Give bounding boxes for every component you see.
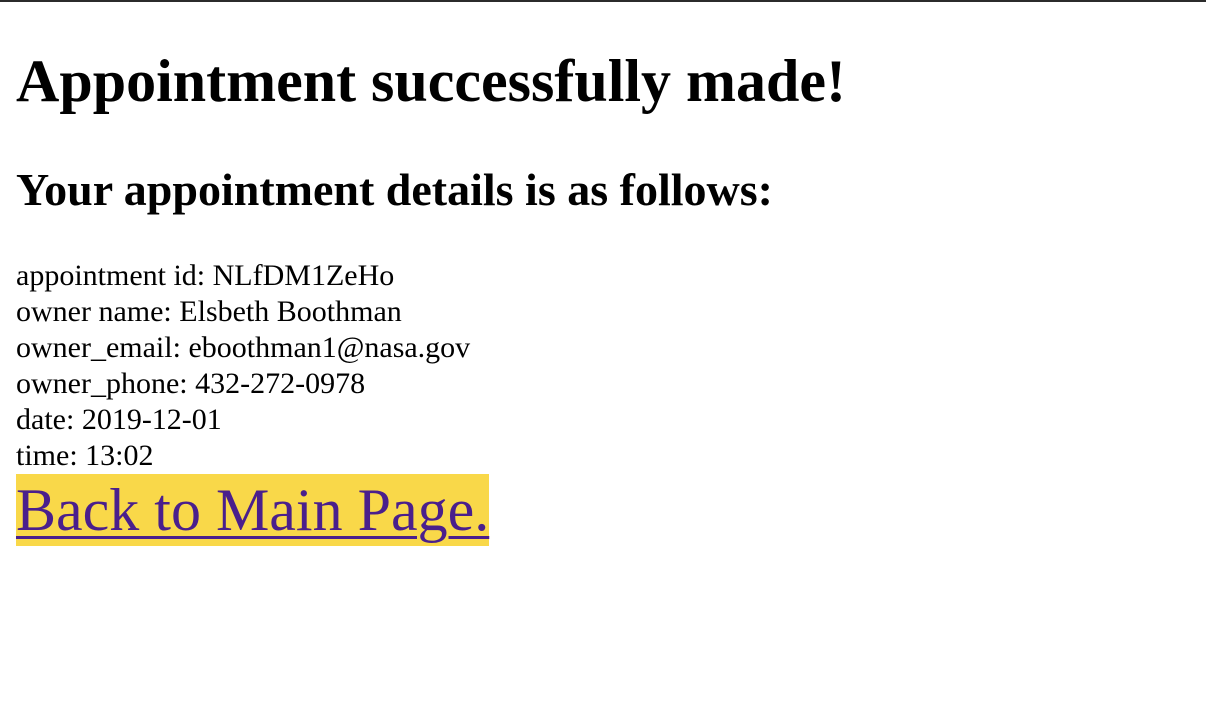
- detail-value: 2019-12-01: [81, 403, 222, 436]
- detail-label: owner_email:: [16, 331, 189, 364]
- top-border: [0, 0, 1206, 2]
- detail-value: 432-272-0978: [195, 367, 366, 400]
- detail-label: owner_phone:: [16, 367, 196, 400]
- detail-label: date:: [16, 403, 82, 436]
- detail-value: eboothman1@nasa.gov: [188, 331, 471, 364]
- detail-owner-phone: owner_phone: 432-272-0978: [16, 366, 470, 402]
- detail-appointment-id: appointment id: NLfDM1ZeHo: [16, 258, 470, 294]
- detail-time: time: 13:02: [16, 438, 470, 474]
- detail-value: Elsbeth Boothman: [179, 295, 402, 328]
- detail-owner-name: owner name: Elsbeth Boothman: [16, 294, 470, 330]
- detail-label: appointment id:: [16, 259, 213, 292]
- detail-value: NLfDM1ZeHo: [212, 259, 395, 292]
- detail-date: date: 2019-12-01: [16, 402, 470, 438]
- detail-value: 13:02: [85, 439, 154, 472]
- detail-owner-email: owner_email: eboothman1@nasa.gov: [16, 330, 470, 366]
- page-title: Appointment successfully made!: [16, 48, 847, 114]
- back-to-main-page-link[interactable]: Back to Main Page.: [16, 474, 490, 546]
- detail-label: owner name:: [16, 295, 180, 328]
- page-subtitle: Your appointment details is as follows:: [16, 164, 773, 215]
- appointment-details: appointment id: NLfDM1ZeHo owner name: E…: [16, 258, 470, 474]
- detail-label: time:: [16, 439, 86, 472]
- back-link-container: Back to Main Page.: [16, 474, 490, 546]
